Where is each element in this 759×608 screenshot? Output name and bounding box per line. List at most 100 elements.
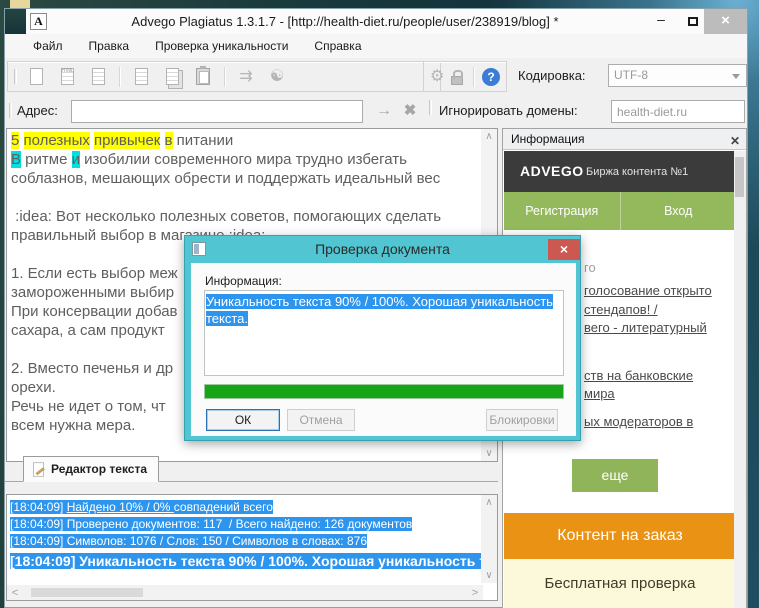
tab-editor[interactable]: Редактор текста bbox=[23, 456, 159, 482]
more-button[interactable]: еще bbox=[572, 459, 658, 492]
dialog-window-icon bbox=[192, 242, 206, 256]
toolbar-separator bbox=[224, 67, 225, 87]
document-icon bbox=[92, 68, 105, 85]
log-line: [18:04:09] Уникальность текста 90% / 100… bbox=[10, 552, 479, 571]
toolbar-separator bbox=[119, 67, 120, 87]
new-document-button[interactable] bbox=[24, 65, 48, 89]
advego-banner: ADVEGO Биржа контента №1 bbox=[504, 151, 736, 192]
menu-item-2[interactable]: Правка bbox=[89, 39, 130, 53]
clear-x-icon: ✖ bbox=[404, 102, 417, 119]
dialog-close-button[interactable]: × bbox=[548, 239, 580, 260]
advego-tagline: Биржа контента №1 bbox=[586, 166, 688, 178]
free-check-banner[interactable]: Бесплатная проверка bbox=[504, 559, 736, 608]
menu-item-4[interactable]: Справка bbox=[314, 39, 361, 53]
ignore-domains-input[interactable] bbox=[611, 100, 745, 123]
open-html-button[interactable] bbox=[55, 65, 79, 89]
help-button[interactable]: ? bbox=[482, 65, 500, 89]
dialog-body: Информация: Уникальность текста 90% / 10… bbox=[191, 263, 576, 436]
panel-close-icon[interactable]: ✕ bbox=[730, 131, 740, 151]
menu-bar: Файл Правка Проверка уникальности Справка bbox=[5, 34, 747, 58]
check-arrows-icon: ⇉ bbox=[239, 69, 252, 85]
scrollbar-thumb[interactable] bbox=[735, 157, 744, 197]
news-text: го bbox=[584, 260, 596, 275]
news-link[interactable]: мира bbox=[584, 386, 615, 401]
toolbar: ⇉ ☯ ⚙ ? Кодировка: UTF-8 bbox=[5, 58, 747, 95]
log-lines: [18:04:09] Найдено 10% / 0% совпадений в… bbox=[10, 499, 479, 571]
dialog-message-box[interactable]: Уникальность текста 90% / 100%. Хорошая … bbox=[204, 290, 564, 376]
scroll-up-icon[interactable]: ∧ bbox=[481, 131, 497, 142]
window-title: Advego Plagiatus 1.3.1.7 - [http://healt… bbox=[50, 9, 640, 34]
address-label: Адрес: bbox=[17, 103, 58, 118]
news-link[interactable]: вего - литературный bbox=[584, 320, 707, 335]
dialog-message: Уникальность текста 90% / 100%. Хорошая … bbox=[206, 294, 553, 326]
yin-yang-icon: ☯ bbox=[270, 69, 284, 85]
news-link[interactable]: ых модераторов в bbox=[584, 414, 693, 429]
menu-item-1[interactable]: Файл bbox=[33, 39, 63, 53]
login-link[interactable]: Вход bbox=[620, 192, 737, 230]
log-area[interactable]: [18:04:09] Найдено 10% / 0% совпадений в… bbox=[6, 494, 498, 601]
news-link[interactable]: ств на банковские bbox=[584, 368, 693, 383]
paste-button[interactable] bbox=[191, 65, 215, 89]
close-icon: × bbox=[721, 12, 730, 29]
news-link[interactable]: стендапов! / bbox=[584, 302, 658, 317]
cut-page-icon bbox=[135, 68, 148, 85]
scroll-up-icon[interactable]: ∧ bbox=[481, 497, 497, 508]
check-document-dialog: Проверка документа × Информация: Уникаль… bbox=[184, 235, 581, 441]
log-vertical-scrollbar[interactable]: ∧ ∨ bbox=[481, 495, 497, 583]
advego-logo: ADVEGO bbox=[520, 163, 584, 179]
panel-scrollbar[interactable] bbox=[734, 151, 746, 608]
open-document-button[interactable] bbox=[86, 65, 110, 89]
advego-nav: Регистрация Вход bbox=[504, 192, 736, 230]
settings-button[interactable]: ⚙ bbox=[430, 65, 444, 89]
toolbar-separator bbox=[473, 67, 474, 87]
cut-button[interactable] bbox=[129, 65, 153, 89]
ok-button[interactable]: ОК bbox=[206, 409, 280, 431]
editor-line: :idea: Вот несколько полезных советов, п… bbox=[11, 207, 479, 226]
info-panel-title: Информация bbox=[511, 132, 584, 146]
menu-item-3[interactable]: Проверка уникальности bbox=[155, 39, 288, 53]
register-link[interactable]: Регистрация bbox=[504, 192, 620, 230]
deep-check-button[interactable]: ☯ bbox=[265, 65, 289, 89]
desktop: A Advego Plagiatus 1.3.1.7 - [http://hea… bbox=[0, 0, 759, 608]
address-separator bbox=[429, 100, 432, 115]
address-input[interactable] bbox=[71, 100, 363, 123]
new-document-icon bbox=[30, 68, 43, 85]
go-button[interactable]: → bbox=[373, 100, 395, 122]
log-horizontal-scrollbar[interactable]: < > bbox=[7, 585, 483, 600]
scrollbar-thumb[interactable] bbox=[31, 588, 143, 597]
lock-button[interactable] bbox=[451, 65, 463, 89]
edit-page-icon bbox=[33, 462, 44, 476]
editor-line: соблазнов, мешающих обрести и поддержать… bbox=[11, 169, 479, 188]
log-line: [18:04:09] Проверено документов: 117 / В… bbox=[10, 516, 479, 533]
title-bar: A Advego Plagiatus 1.3.1.7 - [http://hea… bbox=[5, 9, 747, 34]
close-button[interactable]: × bbox=[704, 9, 747, 34]
minimize-button[interactable]: – bbox=[645, 9, 677, 34]
scroll-left-icon[interactable]: < bbox=[7, 587, 23, 599]
help-icon: ? bbox=[482, 68, 500, 86]
maximize-icon bbox=[688, 17, 698, 26]
blocks-button[interactable]: Блокировки bbox=[486, 409, 558, 431]
paste-clipboard-icon bbox=[196, 68, 210, 85]
gear-icon: ⚙ bbox=[430, 69, 444, 85]
news-link[interactable]: голосование открыто bbox=[584, 283, 712, 298]
cancel-button[interactable]: Отмена bbox=[287, 409, 355, 431]
clear-address-button[interactable]: ✖ bbox=[399, 100, 421, 122]
content-order-banner[interactable]: Контент на заказ bbox=[504, 513, 736, 559]
tab-editor-label: Редактор текста bbox=[51, 462, 147, 476]
editor-line bbox=[11, 188, 479, 207]
address-row: Адрес: → ✖ Игнорировать домены: bbox=[5, 95, 747, 128]
encoding-select[interactable]: UTF-8 bbox=[608, 64, 747, 87]
close-icon: × bbox=[560, 241, 568, 257]
app-icon: A bbox=[30, 13, 47, 30]
copy-button[interactable] bbox=[160, 65, 184, 89]
info-panel-header: Информация ✕ bbox=[503, 129, 746, 150]
progress-bar bbox=[204, 384, 564, 399]
dialog-title: Проверка документа bbox=[185, 236, 580, 263]
scroll-down-icon[interactable]: ∨ bbox=[481, 448, 497, 459]
scroll-right-icon[interactable]: > bbox=[467, 587, 483, 599]
quick-check-button[interactable]: ⇉ bbox=[234, 65, 258, 89]
scroll-down-icon[interactable]: ∨ bbox=[481, 570, 497, 581]
html-page-icon bbox=[61, 68, 74, 85]
encoding-label: Кодировка: bbox=[518, 68, 586, 83]
dialog-info-label: Информация: bbox=[205, 274, 282, 288]
